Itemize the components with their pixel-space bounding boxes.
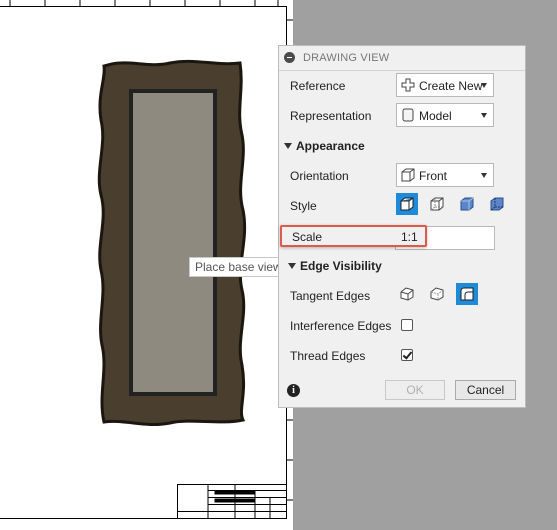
thread-edges-label: Thread Edges <box>290 349 366 363</box>
expand-triangle-icon <box>284 143 292 149</box>
title-block <box>177 484 287 519</box>
tangent-off-icon[interactable] <box>396 283 418 305</box>
drawing-view-panel: DRAWING VIEW Reference Create New Repres… <box>278 45 526 408</box>
plus-icon <box>401 78 415 92</box>
chevron-down-icon <box>481 113 487 118</box>
info-icon[interactable]: i <box>287 384 300 397</box>
appearance-section-toggle[interactable]: Appearance <box>284 139 365 153</box>
place-base-view-tooltip: Place base view <box>189 257 288 277</box>
orientation-label: Orientation <box>290 169 349 183</box>
top-ruler-ticks <box>9 0 279 6</box>
scale-highlight-box: Scale 1:1 <box>280 225 427 247</box>
scale-label: Scale <box>292 230 323 244</box>
chevron-down-icon <box>481 173 487 178</box>
ok-button[interactable]: OK <box>385 380 445 400</box>
collapse-icon[interactable] <box>284 52 295 63</box>
representation-value: Model <box>419 109 452 123</box>
reference-dropdown[interactable]: Create New <box>396 73 494 97</box>
scale-row: Scale 1:1 <box>279 225 525 250</box>
representation-label: Representation <box>290 109 372 123</box>
interference-edges-label: Interference Edges <box>290 319 392 333</box>
orientation-dropdown[interactable]: Front <box>396 163 494 187</box>
appearance-section-label: Appearance <box>296 139 365 153</box>
representation-dropdown[interactable]: Model <box>396 103 494 127</box>
frame-inner-glass <box>133 93 213 392</box>
model-icon <box>402 108 414 122</box>
tangent-edges-label: Tangent Edges <box>290 289 371 303</box>
tangent-phantom-icon[interactable] <box>426 283 448 305</box>
edge-visibility-section-label: Edge Visibility <box>300 259 382 273</box>
scale-value-text: 1:1 <box>401 230 418 244</box>
shaded-hidden-edges-icon[interactable] <box>486 193 508 215</box>
expand-triangle-icon <box>288 263 296 269</box>
visible-edges-icon[interactable] <box>396 193 418 215</box>
interference-edges-checkbox[interactable] <box>401 319 413 331</box>
panel-title: DRAWING VIEW <box>303 52 390 64</box>
thread-edges-checkbox[interactable] <box>401 349 413 361</box>
hidden-edges-icon[interactable] <box>426 193 448 215</box>
shaded-icon[interactable] <box>456 193 478 215</box>
chevron-down-icon <box>481 83 487 88</box>
style-label: Style <box>290 199 317 213</box>
edge-visibility-section-toggle[interactable]: Edge Visibility <box>288 259 382 273</box>
cancel-button[interactable]: Cancel <box>455 380 516 400</box>
orientation-value: Front <box>419 169 448 183</box>
cube-icon <box>401 168 415 182</box>
reference-value: Create New <box>419 79 483 93</box>
reference-label: Reference <box>290 79 346 93</box>
panel-header: DRAWING VIEW <box>279 46 525 71</box>
tangent-full-icon[interactable] <box>456 283 478 305</box>
